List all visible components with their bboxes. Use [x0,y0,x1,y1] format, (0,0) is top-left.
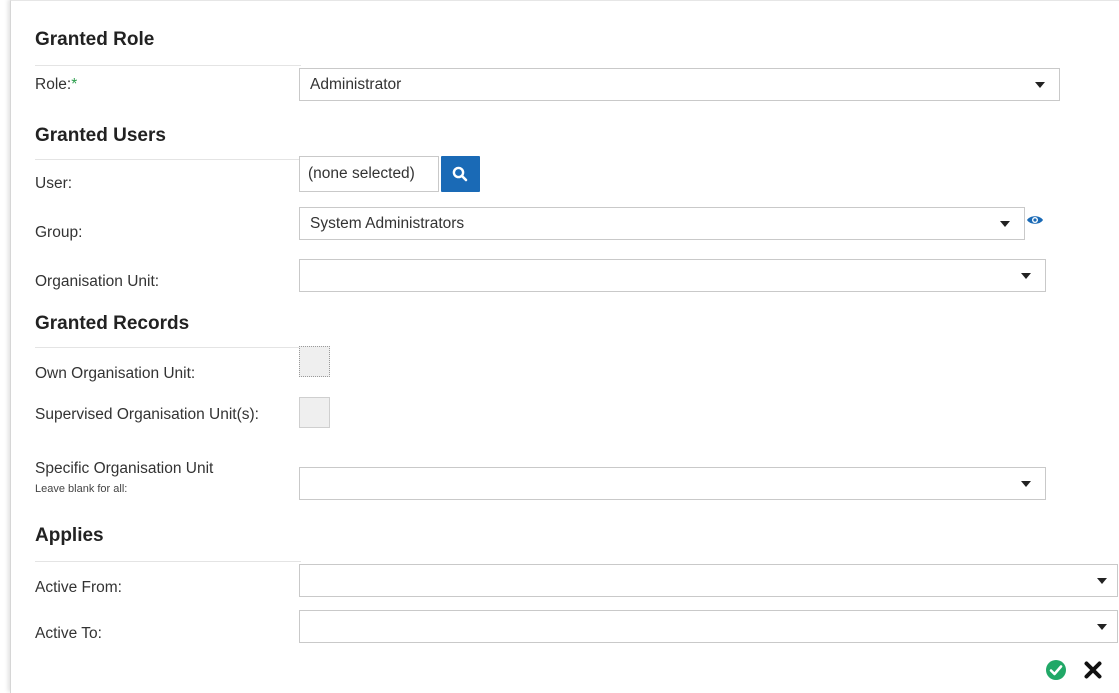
section-divider [35,159,301,160]
user-search-button[interactable] [441,156,480,192]
specific-org-unit-hint: Leave blank for all: [35,483,128,495]
eye-icon[interactable] [1026,214,1044,226]
chevron-down-icon [1097,624,1107,630]
group-label: Group: [35,224,83,241]
supervised-org-unit-label: Supervised Organisation Unit(s): [35,406,259,423]
group-select[interactable]: System Administrators [299,207,1025,240]
specific-org-unit-label: Specific Organisation Unit [35,460,214,477]
supervised-org-unit-checkbox[interactable] [299,397,330,428]
own-org-unit-checkbox[interactable] [299,346,330,377]
section-title-granted-users: Granted Users [35,125,166,146]
section-title-granted-records: Granted Records [35,313,190,334]
section-title-applies: Applies [35,525,104,546]
active-to-select[interactable] [299,610,1118,643]
chevron-down-icon [1000,221,1010,227]
required-marker: * [71,76,78,93]
user-display: (none selected) [299,156,439,192]
search-icon [452,166,468,182]
chevron-down-icon [1035,82,1045,88]
section-divider [35,561,301,562]
user-label: User: [35,175,73,192]
role-select[interactable]: Administrator [299,68,1060,101]
specific-org-unit-select[interactable] [299,467,1046,500]
close-icon[interactable] [1083,660,1103,680]
check-circle-icon[interactable] [1045,659,1067,681]
own-org-unit-label: Own Organisation Unit: [35,365,196,382]
active-from-select[interactable] [299,564,1118,597]
section-divider [35,65,301,66]
section-divider [35,347,301,348]
chevron-down-icon [1021,273,1031,279]
grant-form: Granted Role Role:* Administrator Grante… [10,0,1119,693]
org-unit-select[interactable] [299,259,1046,292]
org-unit-label: Organisation Unit: [35,273,160,290]
section-title-granted-role: Granted Role [35,29,155,50]
active-from-label: Active From: [35,579,122,596]
group-select-value: System Administrators [310,215,465,232]
role-select-value: Administrator [310,76,402,93]
chevron-down-icon [1021,481,1031,487]
role-label: Role:* [35,76,78,93]
chevron-down-icon [1097,578,1107,584]
active-to-label: Active To: [35,625,102,642]
